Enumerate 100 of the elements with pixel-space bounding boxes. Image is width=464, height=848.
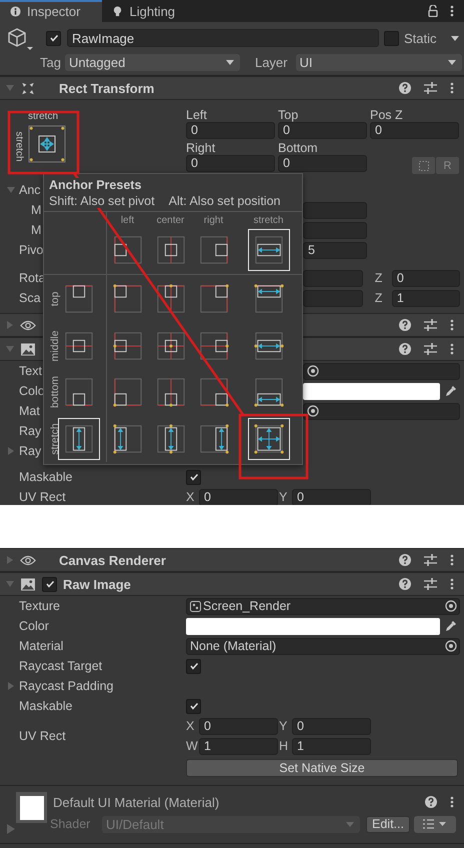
help-icon[interactable] (399, 343, 411, 355)
row-label: middle (49, 330, 61, 362)
texture-icon (190, 600, 201, 612)
menu-icon[interactable] (450, 554, 454, 566)
lock-icon[interactable] (428, 5, 438, 17)
number-field[interactable] (303, 290, 363, 306)
number-field[interactable]: 0 (292, 488, 371, 505)
inspector-tab[interactable]: Inspector (0, 0, 102, 22)
blueprint-mode-button[interactable] (412, 157, 435, 174)
checkbox[interactable] (186, 470, 201, 484)
name-field[interactable]: RawImage (67, 29, 379, 47)
tag-dropdown[interactable]: Untagged (64, 54, 240, 70)
sliders-icon[interactable] (424, 82, 437, 94)
checkbox[interactable] (186, 658, 201, 674)
number-field[interactable] (303, 202, 367, 218)
property-label: M (31, 203, 42, 217)
number-field[interactable]: 0 (186, 122, 275, 139)
field-label: Left (186, 108, 208, 122)
enabled-checkbox[interactable] (42, 576, 57, 592)
anchor-preset-icon (254, 331, 284, 361)
field-label: Pos Z (370, 108, 404, 122)
menu-icon[interactable] (450, 796, 454, 808)
anchor-preset-icon (156, 424, 186, 454)
number-field[interactable]: 0 (199, 488, 278, 505)
number-field[interactable]: 1 (392, 290, 460, 306)
number-field[interactable]: 1 (292, 738, 371, 754)
object-field[interactable] (303, 362, 460, 380)
number-field[interactable]: 0 (199, 718, 278, 734)
number-field[interactable]: 5 (303, 242, 367, 258)
anchor-preset-button[interactable] (248, 418, 290, 460)
property-label: Texture (19, 599, 60, 613)
sliders-icon[interactable] (424, 578, 437, 590)
anchor-preset-icon (64, 377, 94, 407)
anchor-preset-icon (112, 235, 142, 265)
number-field[interactable]: 1 (199, 738, 278, 754)
menu-icon[interactable] (450, 319, 454, 331)
anchor-preset-button[interactable] (248, 229, 290, 271)
cube-icon[interactable] (7, 27, 33, 53)
target-icon[interactable] (307, 405, 319, 417)
check-icon (44, 579, 54, 589)
help-icon[interactable] (425, 796, 437, 808)
number-field[interactable] (303, 222, 367, 238)
inspector-tab[interactable]: Lighting (102, 0, 198, 22)
anchor-preset-icon (198, 377, 228, 407)
caret-icon[interactable] (450, 36, 459, 40)
number-field[interactable] (303, 270, 363, 286)
object-field[interactable]: Screen_Render (186, 598, 460, 614)
sliders-icon[interactable] (424, 343, 437, 355)
help-icon[interactable] (399, 554, 411, 566)
material-preview (16, 792, 47, 823)
target-icon[interactable] (445, 600, 457, 612)
property-label: Ray (19, 444, 42, 458)
number-field[interactable]: 0 (186, 155, 275, 172)
object-field[interactable]: None (Material) (186, 638, 460, 654)
sliders-icon[interactable] (424, 554, 437, 566)
property-label: Text (19, 364, 42, 378)
menu-icon[interactable] (450, 343, 454, 355)
anchor-preset-icon (254, 377, 284, 407)
eye-icon (20, 318, 36, 332)
anchor-preset-button[interactable] (58, 418, 100, 460)
column-label: right (204, 214, 224, 228)
color-field[interactable] (303, 382, 440, 400)
menu-icon[interactable] (450, 5, 454, 17)
set-native-size-button[interactable]: Set Native Size (186, 759, 458, 777)
number-field[interactable]: 0 (278, 122, 367, 139)
number-field[interactable]: 0 (392, 270, 460, 286)
field-label: Top (278, 108, 300, 122)
list-dropdown-button[interactable] (414, 816, 456, 832)
object-value: Screen_Render (203, 598, 292, 614)
anchor-preset-icon (64, 331, 94, 361)
sliders-icon[interactable] (424, 319, 437, 331)
active-checkbox[interactable] (46, 30, 61, 46)
axis-label: X (186, 490, 196, 504)
anchor-vertical-label: stretch (14, 132, 24, 162)
layer-dropdown[interactable]: UI (296, 54, 462, 70)
number-field[interactable]: 0 (278, 155, 367, 172)
menu-icon[interactable] (450, 82, 454, 94)
eyedropper-icon[interactable] (445, 620, 457, 632)
target-icon[interactable] (445, 640, 457, 652)
number-field[interactable]: 0 (370, 122, 459, 139)
menu-icon[interactable] (450, 578, 454, 590)
edit-button[interactable]: Edit... (366, 816, 410, 832)
eyedropper-icon[interactable] (445, 385, 457, 397)
checkbox[interactable] (186, 698, 201, 714)
anchor-preset-icon (64, 424, 94, 454)
help-icon[interactable] (399, 82, 411, 94)
component-header[interactable]: Canvas Renderer (0, 548, 464, 572)
target-icon[interactable] (307, 365, 319, 377)
number-field[interactable]: 0 (292, 718, 371, 734)
component-header[interactable]: Rect Transform (0, 76, 464, 100)
anchor-widget[interactable]: stretch stretch (13, 111, 77, 169)
color-field[interactable] (186, 618, 440, 634)
object-field[interactable] (303, 402, 460, 420)
component-header[interactable]: Raw Image (0, 572, 464, 596)
anchor-preset-icon (112, 424, 142, 454)
property-label: UV Rect (19, 490, 66, 504)
anchor-preset-icon (156, 377, 186, 407)
static-checkbox[interactable] (384, 30, 399, 46)
help-icon[interactable] (399, 319, 411, 331)
help-icon[interactable] (399, 578, 411, 590)
